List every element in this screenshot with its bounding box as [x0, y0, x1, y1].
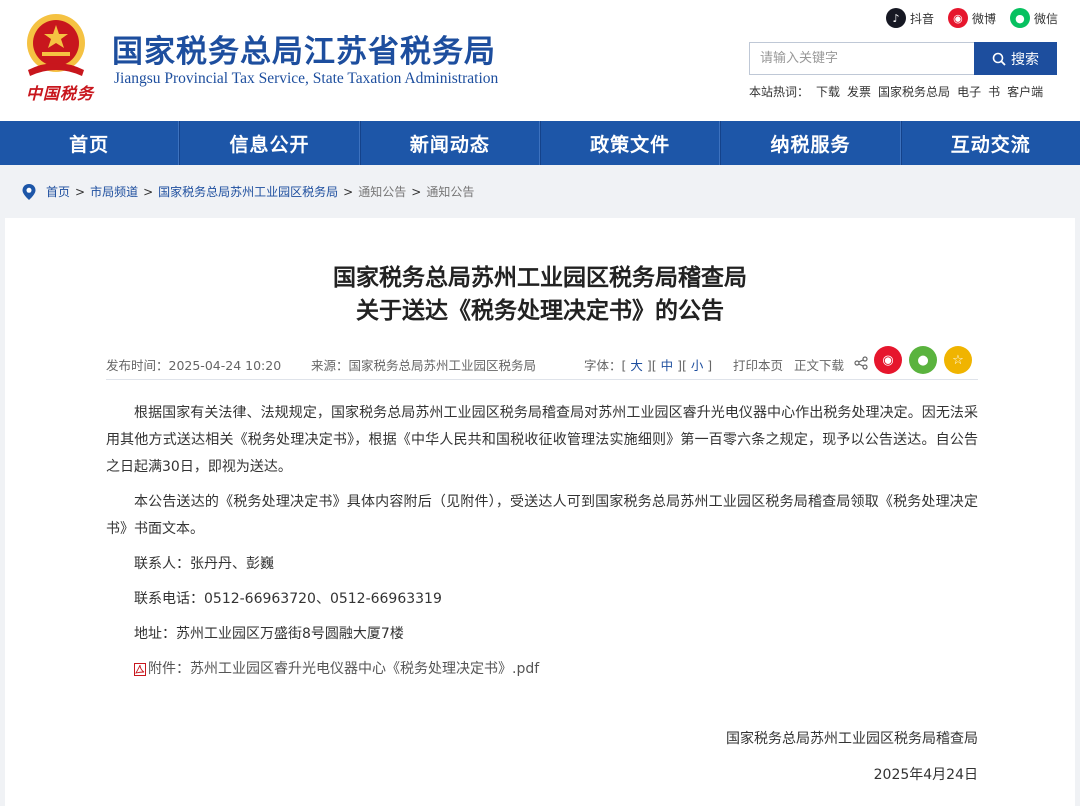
breadcrumb-separator: >: [143, 184, 154, 199]
breadcrumb-separator: >: [411, 184, 422, 199]
search-icon: [992, 52, 1006, 66]
social-wechat[interactable]: ● 微信: [1009, 8, 1058, 28]
social-label: 抖音: [909, 11, 934, 26]
font-size-controls: 字体：[ 大 ][ 中 ][ 小 ]: [584, 358, 713, 373]
article-source: 来源：国家税务总局苏州工业园区税务局: [311, 358, 537, 373]
share-icon[interactable]: [854, 356, 868, 370]
attachment-label: 附件：: [148, 661, 190, 677]
font-small-button[interactable]: 小: [691, 358, 704, 373]
contact-address: 地址：苏州工业园区万盛街8号圆融大厦7楼: [134, 626, 404, 642]
font-medium-button[interactable]: 中: [661, 358, 674, 373]
nav-item-news[interactable]: 新闻动态: [359, 121, 540, 165]
hotwords-label: 本站热词：: [749, 85, 810, 99]
signature-date: 2025年4月24日: [873, 767, 978, 783]
article-title-line: 国家税务总局苏州工业园区税务局稽查局: [333, 265, 747, 291]
nav-item-info-disclosure[interactable]: 信息公开: [179, 121, 360, 165]
article-meta: 发布时间：2025-04-24 10:20 来源：国家税务总局苏州工业园区税务局…: [106, 345, 978, 380]
nav-item-home[interactable]: 首页: [0, 121, 180, 165]
douyin-icon: ♪: [885, 8, 906, 28]
social-label: 微信: [1033, 11, 1058, 26]
attachment-link[interactable]: 苏州工业园区睿升光电仪器中心《税务处理决定书》.pdf: [190, 652, 539, 687]
search-button-label: 搜索: [1011, 51, 1039, 68]
search-button[interactable]: 搜索: [974, 42, 1057, 75]
download-button[interactable]: 正文下载: [794, 355, 844, 374]
hotword-link[interactable]: 国家税务总局: [878, 83, 950, 100]
signature-org: 国家税务总局苏州工业园区税务局稽查局: [726, 731, 978, 747]
social-label: 微博: [971, 11, 996, 26]
pdf-icon: [134, 663, 146, 676]
breadcrumb-home[interactable]: 首页: [46, 183, 70, 200]
site-subtitle: Jiangsu Provincial Tax Service, State Ta…: [114, 70, 499, 87]
hotword-link[interactable]: 客户端: [1007, 83, 1043, 100]
site-header: 中国税务 国家税务总局江苏省税务局 Jiangsu Provincial Tax…: [0, 0, 1080, 121]
contact-person: 联系人：张丹丹、彭巍: [134, 556, 274, 572]
hotword-link[interactable]: 电子: [957, 83, 981, 100]
font-large-button[interactable]: 大: [630, 358, 643, 373]
emblem-slogan: 中国税务: [26, 84, 95, 103]
publish-date: 发布时间：2025-04-24 10:20: [106, 358, 282, 373]
breadcrumb-separator: >: [343, 184, 354, 199]
print-button[interactable]: 打印本页: [733, 355, 783, 374]
article-body: 根据国家有关法律、法规规定，国家税务总局苏州工业园区税务局稽查局对苏州工业园区睿…: [106, 400, 978, 687]
weibo-icon: ◉: [947, 8, 968, 28]
location-pin-icon: [22, 183, 36, 200]
nav-item-interaction[interactable]: 互动交流: [900, 121, 1080, 165]
breadcrumb-current: 通知公告: [426, 185, 475, 199]
main-nav: 首页 信息公开 新闻动态 政策文件 纳税服务 互动交流: [0, 121, 1080, 165]
attachment: 附件： 苏州工业园区睿升光电仪器中心《税务处理决定书》.pdf: [106, 652, 978, 687]
social-weibo[interactable]: ◉ 微博: [947, 8, 996, 28]
favorite-star-icon[interactable]: ☆: [944, 346, 972, 374]
breadcrumb-channel[interactable]: 市局频道: [90, 183, 138, 200]
contact-phone: 联系电话：0512-66963720、0512-66963319: [134, 591, 442, 607]
hotword-link[interactable]: 发票: [847, 83, 871, 100]
tax-emblem-icon: [27, 14, 85, 76]
article-paragraph: 本公告送达的《税务处理决定书》具体内容附后（见附件），受送达人可到国家税务总局苏…: [106, 494, 978, 537]
wechat-icon: ●: [1009, 8, 1030, 28]
breadcrumb-notice[interactable]: 通知公告: [358, 183, 406, 200]
social-douyin[interactable]: ♪ 抖音: [885, 8, 934, 28]
article-paragraph: 根据国家有关法律、法规规定，国家税务总局苏州工业园区税务局稽查局对苏州工业园区睿…: [106, 405, 978, 475]
nav-item-policy[interactable]: 政策文件: [539, 121, 721, 165]
search-bar: 搜索: [749, 42, 1057, 75]
article-title: 国家税务总局苏州工业园区税务局稽查局 关于送达《税务处理决定书》的公告: [0, 262, 1080, 328]
share-wechat-icon[interactable]: ●: [909, 346, 937, 374]
breadcrumb-bureau[interactable]: 国家税务总局苏州工业园区税务局: [158, 183, 338, 200]
search-input[interactable]: [749, 42, 974, 75]
breadcrumb-separator: >: [75, 184, 86, 199]
breadcrumb: 首页 > 市局频道 > 国家税务总局苏州工业园区税务局 > 通知公告 > 通知公…: [22, 183, 474, 200]
share-weibo-icon[interactable]: ◉: [874, 346, 902, 374]
nav-item-tax-service[interactable]: 纳税服务: [720, 121, 901, 165]
hotword-link[interactable]: 下载: [816, 83, 840, 100]
hotwords: 本站热词： 下载 发票 国家税务总局 电子 书 客户端: [749, 83, 1043, 100]
social-links: ♪ 抖音 ◉ 微博 ● 微信: [885, 8, 1058, 28]
hotword-link[interactable]: 书: [988, 83, 1000, 100]
font-size-label: 字体：: [584, 358, 622, 373]
article-title-line: 关于送达《税务处理决定书》的公告: [356, 298, 724, 324]
site-title[interactable]: 国家税务总局江苏省税务局: [112, 26, 496, 71]
